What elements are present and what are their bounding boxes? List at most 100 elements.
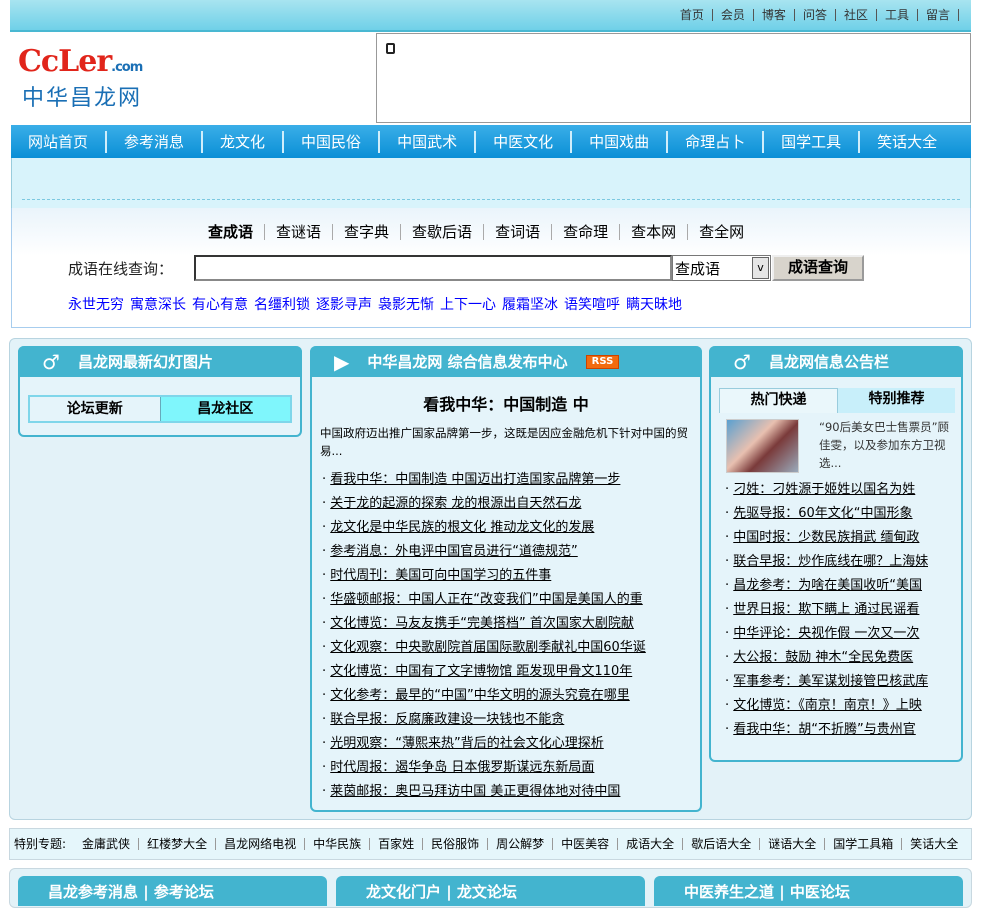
news-link[interactable]: 中国时报：少数民族捐武 缅甸政 — [733, 530, 919, 545]
news-link[interactable]: 文化参考：最早的“中国”中华文明的源头究竟在哪里 — [330, 688, 629, 703]
search-tab[interactable]: 查谜语 — [265, 224, 334, 240]
headline[interactable]: 看我中华：中国制造 中 — [312, 391, 700, 415]
top-links: 首页 会员 博客 问答 社区 工具 留言 — [672, 9, 959, 21]
news-link[interactable]: 联合早报：炒作底线在哪？上海妹 — [733, 554, 928, 569]
search-type-select[interactable]: 查成语 v — [672, 255, 771, 281]
special-topic-link[interactable]: 金庸武侠 — [74, 838, 140, 850]
search-button[interactable]: 成语查询 — [772, 255, 864, 281]
top-link[interactable]: 博客 — [754, 9, 795, 21]
news-link[interactable]: 光明观察：“薄熙来热”背后的社会文化心理探析 — [330, 736, 603, 751]
tab-forum-updates[interactable]: 论坛更新 — [30, 397, 160, 421]
nav-item[interactable]: 命理占卜 — [668, 130, 765, 153]
news-link[interactable]: 时代周报：遏华争岛 日本俄罗斯谋远东新局面 — [330, 760, 594, 775]
search-label: 成语在线查询： — [68, 260, 174, 278]
rss-button[interactable]: RSS — [585, 354, 620, 369]
nav-item[interactable]: 参考消息 — [107, 130, 204, 153]
list-item: · 文化观察：中央歌剧院首届国际歌剧季献礼中国60华诞 — [322, 640, 646, 655]
news-link[interactable]: 看我中华：胡“不折腾”与贵州官 — [733, 722, 915, 737]
hot-word-link[interactable]: 逐影寻声 — [316, 294, 372, 314]
bottom-panel-medicine[interactable]: 中医养生之道 | 中医论坛 — [654, 876, 963, 906]
news-link[interactable]: 中华评论：央视作假 一次又一次 — [733, 626, 919, 641]
list-item: · 莱茵邮报：奥巴马拜访中国 美正更得体地对待中国 — [322, 784, 621, 799]
news-link[interactable]: 龙文化是中华民族的根文化 推动龙文化的发展 — [330, 520, 594, 535]
search-tab[interactable]: 查全网 — [688, 224, 755, 240]
hot-word-link[interactable]: 履霜坚冰 — [502, 294, 558, 314]
search-tab[interactable]: 查字典 — [333, 224, 402, 240]
special-topic-link[interactable]: 民俗服饰 — [423, 838, 489, 850]
special-topic-link[interactable]: 中医美容 — [553, 838, 619, 850]
top-link[interactable]: 首页 — [672, 9, 713, 21]
special-topic-link[interactable]: 昌龙网络电视 — [216, 838, 306, 850]
hot-word-link[interactable]: 瞒天昧地 — [626, 294, 682, 314]
news-link[interactable]: 文化观察：中央歌剧院首届国际歌剧季献礼中国60华诞 — [330, 640, 646, 655]
news-link[interactable]: 先驱导报：60年文化“中国形象 — [733, 506, 912, 521]
search-tab[interactable]: 查词语 — [484, 224, 553, 240]
nav-item[interactable]: 中国武术 — [380, 130, 477, 153]
site-logo[interactable]: CcLer.com 中华昌龙网 — [18, 44, 348, 116]
tab-hot[interactable]: 热门快递 — [719, 388, 838, 413]
news-link[interactable]: 军事参考：美军谋划接管巴核武库 — [733, 674, 928, 689]
hot-word-link[interactable]: 袅影无惭 — [378, 294, 434, 314]
top-bar: 首页 会员 博客 问答 社区 工具 留言 — [10, 0, 971, 32]
special-topic-link[interactable]: 百家姓 — [370, 838, 424, 850]
news-link[interactable]: 文化博览：马友友携手“完美搭档” 首次国家大剧院献 — [330, 616, 634, 631]
list-item: · 联合早报：炒作底线在哪？上海妹 — [725, 554, 929, 569]
list-item: · 华盛顿邮报：中国人正在“改变我们”中国是美国人的重 — [322, 592, 643, 607]
news-link[interactable]: 参考消息：外电评中国官员进行“道德规范” — [330, 544, 577, 559]
news-link[interactable]: 时代周刊：美国可向中国学习的五件事 — [330, 568, 551, 583]
search-tab[interactable]: 查本网 — [620, 224, 689, 240]
news-link[interactable]: 华盛顿邮报：中国人正在“改变我们”中国是美国人的重 — [330, 592, 642, 607]
nav-item[interactable]: 网站首页 — [11, 130, 108, 153]
special-topic-link[interactable]: 中华民族 — [305, 838, 371, 850]
nav-item[interactable]: 笑话大全 — [860, 131, 954, 153]
hot-word-link[interactable]: 寓意深长 — [130, 294, 186, 314]
special-topic-link[interactable]: 歇后语大全 — [683, 838, 761, 850]
special-topic-link[interactable]: 周公解梦 — [488, 838, 554, 850]
nav-item[interactable]: 中国戏曲 — [572, 130, 669, 153]
news-link[interactable]: 联合早报：反腐廉政建设一块钱也不能贪 — [330, 712, 564, 727]
special-topic-link[interactable]: 笑话大全 — [902, 838, 966, 850]
nav-item[interactable]: 龙文化 — [203, 130, 285, 153]
chevron-down-icon[interactable]: v — [752, 257, 769, 279]
list-item: · 中国时报：少数民族捐武 缅甸政 — [725, 530, 920, 545]
nav-item[interactable]: 中国民俗 — [284, 130, 381, 153]
list-item: · 时代周报：遏华争岛 日本俄罗斯谋远东新局面 — [322, 760, 595, 775]
special-topic-link[interactable]: 成语大全 — [618, 838, 684, 850]
news-link[interactable]: 文化博览：中国有了文字博物馆 距发现甲骨文110年 — [330, 664, 632, 679]
top-link[interactable]: 问答 — [795, 9, 836, 21]
bottom-panel-reference[interactable]: 昌龙参考消息 | 参考论坛 — [18, 876, 327, 906]
tab-recommended[interactable]: 特别推荐 — [838, 388, 955, 413]
nav-item[interactable]: 国学工具 — [764, 130, 861, 153]
nav-item[interactable]: 中医文化 — [476, 130, 573, 153]
news-link[interactable]: 刁姓：刁姓源于姬姓以国名为姓 — [733, 482, 915, 497]
search-tab[interactable]: 查命理 — [552, 224, 621, 240]
list-item: · 大公报：鼓励 神木“全民免费医 — [725, 650, 914, 665]
bottom-panel-dragon[interactable]: 龙文化门户 | 龙文论坛 — [336, 876, 645, 906]
search-input[interactable] — [194, 255, 672, 281]
tab-community[interactable]: 昌龙社区 — [159, 397, 290, 421]
news-link[interactable]: 莱茵邮报：奥巴马拜访中国 美正更得体地对待中国 — [330, 784, 620, 799]
top-link[interactable]: 社区 — [836, 9, 877, 21]
search-tab[interactable]: 查歇后语 — [401, 224, 485, 240]
news-link[interactable]: 昌龙参考：为啥在美国收听“美国 — [733, 578, 922, 593]
hot-word-link[interactable]: 上下一心 — [440, 294, 496, 314]
special-topic-link[interactable]: 国学工具箱 — [825, 838, 903, 850]
news-link[interactable]: 文化博览：《南京！南京！》上映 — [733, 698, 922, 713]
news-link[interactable]: 大公报：鼓励 神木“全民免费医 — [733, 650, 913, 665]
hot-word-link[interactable]: 名缰利锁 — [254, 294, 310, 314]
search-tab[interactable]: 查成语 — [197, 224, 266, 240]
hot-word-link[interactable]: 有心有意 — [192, 294, 248, 314]
news-link[interactable]: 看我中华：中国制造 中国迈出打造国家品牌第一步 — [330, 472, 620, 487]
hot-word-link[interactable]: 语笑喧呼 — [564, 294, 620, 314]
news-photo[interactable] — [726, 419, 799, 473]
special-topic-link[interactable]: 红楼梦大全 — [139, 838, 217, 850]
hot-word-link[interactable]: 永世无穷 — [68, 294, 124, 314]
top-link[interactable]: 会员 — [713, 9, 754, 21]
list-item: · 文化博览：《南京！南京！》上映 — [725, 698, 922, 713]
news-link[interactable]: 世界日报：欺下瞒上 通过民谣看 — [733, 602, 919, 617]
main-nav: 网站首页 参考消息 龙文化 中国民俗 中国武术 中医文化 中国戏曲 命理占卜 国学工具 笑话大全 — [11, 125, 971, 158]
news-link[interactable]: 关于龙的起源的探索 龙的根源出自天然石龙 — [330, 496, 581, 511]
top-link[interactable]: 工具 — [877, 9, 918, 21]
special-topic-link[interactable]: 谜语大全 — [760, 838, 826, 850]
top-link[interactable]: 留言 — [918, 9, 959, 21]
